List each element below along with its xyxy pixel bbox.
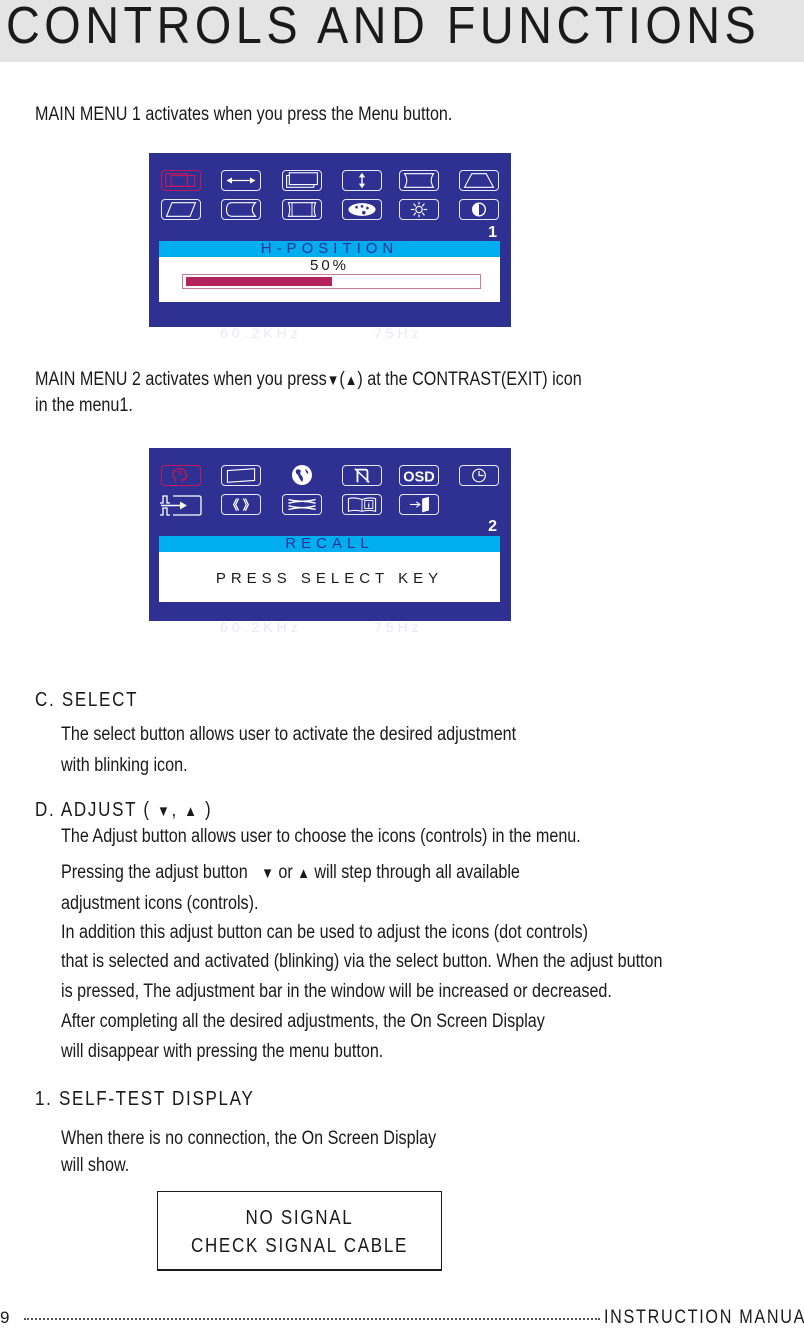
select-heading: C. SELECT — [35, 689, 139, 711]
menu2-description-cont: in the menu1. — [35, 395, 133, 416]
title-band: CONTROLS AND FUNCTIONS — [0, 0, 804, 62]
check-cable-line: CHECK SIGNAL CABLE — [190, 1235, 409, 1257]
recall-icon — [161, 465, 201, 486]
page-number: 9 — [0, 1308, 10, 1327]
osd-message: PRESS SELECT KEY — [215, 570, 444, 587]
contrast-icon — [459, 199, 499, 220]
progress-fill — [186, 277, 332, 286]
osd-function-label: H-POSITION — [159, 241, 500, 257]
down-arrow-icon: ▼ — [157, 803, 172, 820]
select-text-line: The select button allows user to activat… — [61, 724, 517, 745]
adjust-text: will step through all available — [314, 862, 520, 883]
paren: ) — [205, 799, 213, 821]
page-title: CONTROLS AND FUNCTIONS — [6, 0, 761, 55]
adjust-text-line: that is selected and activated (blinking… — [61, 951, 663, 972]
no-signal-line: NO SIGNAL — [245, 1207, 354, 1229]
up-arrow-icon: ▲ — [184, 803, 199, 820]
adjust-text-line: will disappear with pressing the menu bu… — [61, 1041, 384, 1062]
v-frequency: 75Hz — [374, 619, 423, 635]
selftest-heading: 1. SELF-TEST DISPLAY — [35, 1088, 255, 1110]
trapezoid-icon — [459, 170, 499, 191]
adjust-text: Pressing the adjust button — [61, 862, 248, 883]
convergence-icon — [282, 494, 322, 515]
v-position-icon — [342, 170, 382, 191]
adjust-heading-text: D. ADJUST ( — [35, 799, 151, 821]
osd-function-label: RECALL — [159, 536, 500, 552]
footer-leader-dots — [24, 1318, 600, 1320]
osd-value-text: 50% — [309, 257, 350, 274]
adjust-text-line: is pressed, The adjustment bar in the wi… — [61, 981, 612, 1002]
h-v-size-icon — [161, 170, 201, 191]
exit-door-icon — [399, 494, 439, 515]
degauss-icon — [342, 465, 382, 486]
footer-manual-title: INSTRUCTION MANUAL — [604, 1307, 804, 1328]
osd-main-menu-2: OSD 《 》 i 2 RECALL PRESS SELECT KEY 60.2… — [149, 448, 511, 635]
h-size-icon — [282, 170, 322, 191]
svg-text:OSD: OSD — [403, 469, 434, 485]
osd-message-panel: PRESS SELECT KEY — [159, 552, 500, 602]
selftest-text-line: will show. — [61, 1155, 130, 1176]
adjustment-progress-bar[interactable] — [182, 274, 481, 289]
osd-adjust-panel: 50% — [159, 257, 500, 302]
rotation-icon — [221, 465, 261, 486]
input-select-icon — [159, 494, 203, 517]
language-globe-icon — [289, 463, 315, 487]
svg-text:i: i — [368, 502, 370, 510]
svg-text:《 》: 《 》 — [227, 497, 256, 512]
h-position-icon — [221, 170, 261, 191]
h-frequency: 60.2KHz — [220, 325, 302, 341]
information-book-icon: i — [342, 494, 382, 515]
brightness-icon — [399, 199, 439, 220]
adjust-heading: D. ADJUST ( ▼, ▲ ) — [35, 799, 212, 822]
adjust-text-line: In addition this adjust button can be us… — [61, 922, 588, 943]
select-text-line: with blinking icon. — [61, 755, 188, 776]
osd-timeout-clock-icon — [459, 465, 499, 486]
adjust-text-line: After completing all the desired adjustm… — [61, 1011, 545, 1032]
menu-number: 1 — [488, 224, 497, 241]
pincushion-icon — [399, 170, 439, 191]
pin-balance-icon — [221, 199, 261, 220]
menu2-text: ) at the CONTRAST(EXIT) icon — [357, 369, 582, 390]
menu1-description: MAIN MENU 1 activates when you press the… — [35, 104, 453, 125]
v-frequency: 75Hz — [374, 325, 423, 341]
adjust-text-line: The Adjust button allows user to choose … — [61, 826, 581, 847]
menu-number: 2 — [488, 518, 497, 535]
parallelogram-icon — [161, 199, 201, 220]
adjust-text-line: Pressing the adjust button ▼ or ▲ will s… — [61, 862, 520, 884]
color-palette-icon — [342, 199, 382, 220]
selftest-text-line: When there is no connection, the On Scre… — [61, 1128, 437, 1149]
osd-position-icon: OSD — [399, 465, 439, 486]
menu2-description: MAIN MENU 2 activates when you press▼(▲)… — [35, 369, 582, 391]
up-arrow-icon: ▲ — [297, 865, 310, 882]
moire-icon: 《 》 — [221, 494, 261, 515]
h-frequency: 60.2KHz — [220, 619, 302, 635]
comma: , — [171, 799, 178, 821]
side-pincushion-icon — [282, 199, 322, 220]
down-arrow-icon: ▼ — [261, 865, 274, 882]
adjust-text: or — [278, 862, 293, 883]
no-signal-box: NO SIGNAL CHECK SIGNAL CABLE — [157, 1191, 442, 1271]
osd-main-menu-1: 1 H-POSITION 50% 60.2KHz 75Hz — [149, 153, 511, 341]
up-arrow-icon: ▲ — [344, 372, 358, 389]
menu2-text: MAIN MENU 2 activates when you press — [35, 369, 327, 390]
adjust-text-line: adjustment icons (controls). — [61, 893, 259, 914]
down-arrow-icon: ▼ — [326, 372, 340, 389]
